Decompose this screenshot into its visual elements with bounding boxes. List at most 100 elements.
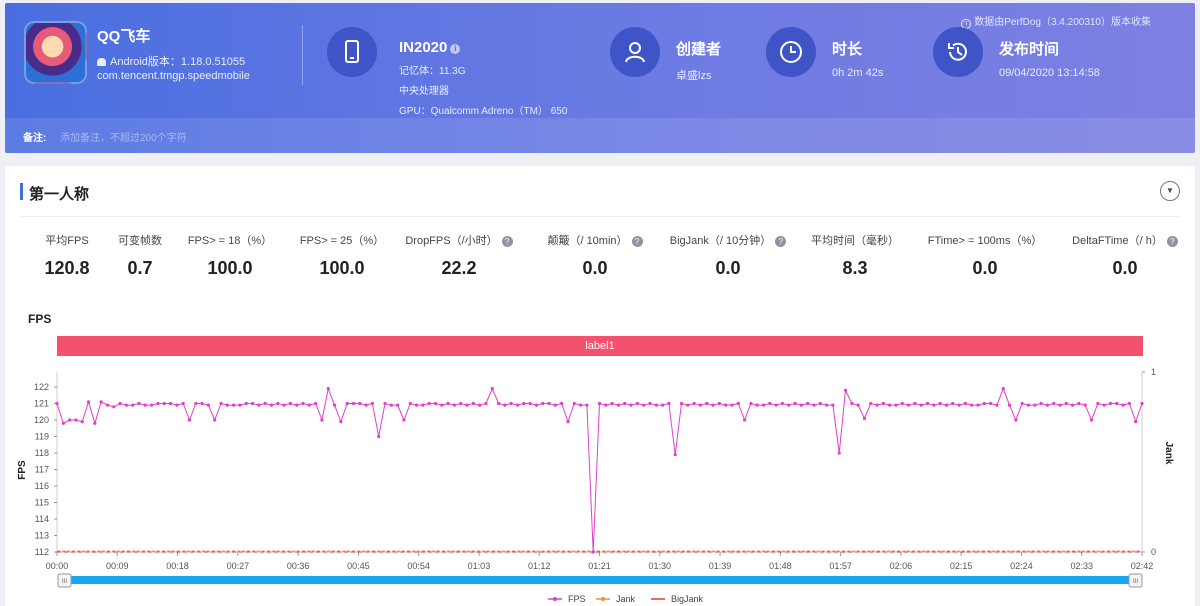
fps-point <box>124 403 128 407</box>
fps-point <box>137 401 141 406</box>
fps-point <box>547 401 551 406</box>
fps-point <box>900 401 904 406</box>
fps-point <box>74 418 78 422</box>
fps-point <box>364 403 368 407</box>
x-tick-label: 00:18 <box>166 561 189 571</box>
fps-point <box>824 403 829 407</box>
fps-point <box>320 418 324 422</box>
fps-point <box>68 418 72 422</box>
fps-point <box>692 401 696 406</box>
fps-point <box>61 421 65 425</box>
fps-point <box>105 403 110 407</box>
fps-point <box>219 401 223 406</box>
fps-point <box>490 387 494 391</box>
fps-point <box>358 401 362 406</box>
fps-point <box>1014 418 1018 422</box>
x-tick-label: 02:24 <box>1010 561 1033 571</box>
fps-point <box>257 403 261 407</box>
fps-point <box>307 403 311 407</box>
fps-point <box>1134 420 1138 424</box>
fps-point <box>471 401 475 406</box>
fps-point <box>1052 401 1056 406</box>
fps-point <box>263 401 267 406</box>
fps-point <box>1102 403 1106 407</box>
fps-point <box>55 401 59 406</box>
x-tick-label: 02:33 <box>1070 561 1093 571</box>
y-axis-label: FPS <box>17 460 28 480</box>
fps-point <box>1089 418 1094 422</box>
fps-point <box>850 401 854 406</box>
x-tick-label: 01:48 <box>769 561 792 571</box>
fps-point <box>1033 403 1037 407</box>
fps-point <box>1026 403 1031 407</box>
fps-point <box>717 401 721 406</box>
fps-point <box>1083 403 1087 407</box>
fps-point <box>660 403 665 407</box>
fps-point <box>118 401 122 406</box>
fps-point <box>1140 401 1144 406</box>
x-tick-label: 00:27 <box>227 561 250 571</box>
fps-point <box>377 434 381 439</box>
slider-handle-grip: III <box>1133 579 1138 585</box>
fps-point <box>724 403 728 407</box>
fps-point <box>1064 401 1068 406</box>
fps-point <box>793 401 797 406</box>
fps-point <box>963 401 967 406</box>
fps-point <box>541 401 545 406</box>
y2-tick-label: 0 <box>1151 547 1156 557</box>
fps-point <box>332 403 337 407</box>
fps-point <box>156 401 160 406</box>
fps-point <box>944 403 949 407</box>
fps-point <box>881 401 885 406</box>
legend-marker <box>601 597 605 601</box>
fps-point <box>112 405 116 409</box>
fps-point <box>484 401 488 406</box>
fps-point <box>295 403 299 407</box>
y-tick-label: 121 <box>34 399 49 409</box>
legend-label: BigJank <box>671 594 704 604</box>
x-tick-label: 00:36 <box>287 561 310 571</box>
x-tick-label: 00:00 <box>46 561 69 571</box>
fps-point <box>932 403 936 407</box>
fps-point <box>503 403 507 407</box>
time-slider-track[interactable] <box>65 576 1135 584</box>
fps-point <box>736 401 740 406</box>
fps-point <box>995 403 999 407</box>
fps-point <box>433 401 438 406</box>
fps-point <box>440 403 444 407</box>
fps-point <box>478 403 482 407</box>
fps-point <box>1115 401 1119 406</box>
fps-point <box>667 401 671 406</box>
fps-point <box>925 401 930 406</box>
x-tick-label: 01:21 <box>588 561 611 571</box>
fps-point <box>168 401 173 406</box>
x-tick-label: 01:03 <box>468 561 491 571</box>
fps-point <box>742 418 747 422</box>
legend-marker <box>553 597 557 601</box>
fps-point <box>919 403 923 407</box>
fps-point <box>938 401 942 406</box>
x-tick-label: 00:54 <box>407 561 430 571</box>
fps-point <box>1007 403 1012 407</box>
fps-point <box>837 451 841 455</box>
fps-point <box>818 401 822 406</box>
fps-point <box>339 420 343 424</box>
fps-point <box>749 401 753 406</box>
x-tick-label: 02:06 <box>890 561 913 571</box>
fps-point <box>131 403 135 407</box>
fps-point <box>780 401 785 406</box>
y-tick-label: 116 <box>35 481 49 491</box>
fps-point <box>673 453 677 457</box>
fps-point <box>761 403 766 407</box>
y-tick-label: 115 <box>35 498 49 508</box>
fps-point <box>1127 401 1131 406</box>
y-tick-label: 112 <box>35 547 49 557</box>
fps-point <box>553 403 557 407</box>
fps-point <box>1020 401 1024 406</box>
fps-point <box>578 403 583 407</box>
fps-point <box>213 418 217 422</box>
x-tick-label: 02:42 <box>1131 561 1154 571</box>
fps-point <box>238 403 242 407</box>
fps-point <box>799 403 803 407</box>
fps-point <box>629 403 633 407</box>
